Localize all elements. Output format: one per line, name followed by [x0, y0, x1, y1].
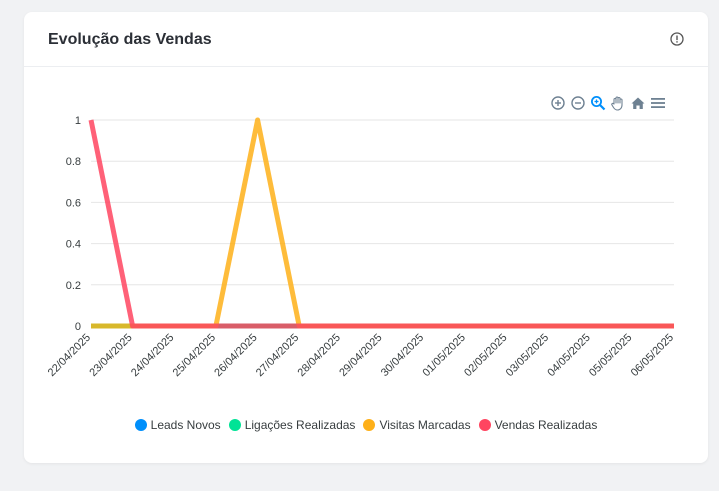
y-tick-label: 0	[75, 321, 81, 333]
legend-item-ligacoes[interactable]: Ligações Realizadas	[228, 418, 356, 432]
selection-zoom-icon[interactable]	[590, 95, 606, 111]
line-chart: 0 0.2 0.4 0.6 0.8 1 22/04/202523/04/202524/04/…	[46, 115, 676, 379]
x-tick-label: 02/05/2025	[462, 332, 509, 379]
series-line-3	[88, 119, 674, 329]
legend-item-leads[interactable]: Leads Novos	[134, 418, 221, 432]
y-tick-label: 0.4	[66, 239, 81, 251]
chart-legend: Leads Novos Ligações Realizadas Visitas …	[24, 418, 708, 432]
x-tick-label: 06/05/2025	[629, 332, 676, 379]
legend-label: Leads Novos	[150, 418, 221, 432]
legend-label: Vendas Realizadas	[494, 418, 598, 432]
reset-home-icon[interactable]	[630, 95, 646, 111]
x-tick-label: 30/04/2025	[379, 332, 426, 379]
legend-item-vendas[interactable]: Vendas Realizadas	[478, 418, 598, 432]
y-tick-label: 0.6	[66, 197, 81, 209]
legend-marker	[228, 419, 241, 431]
x-tick-label: 25/04/2025	[171, 332, 218, 379]
x-tick-label: 03/05/2025	[504, 332, 551, 379]
sales-evolution-card: Evolução das Vendas 0 0.2 0.4 0.6 0.8 1 22/04/…	[24, 12, 708, 463]
x-tick-label: 23/04/2025	[87, 332, 134, 379]
menu-icon[interactable]	[650, 95, 666, 111]
legend-marker	[134, 419, 147, 431]
x-tick-label: 29/04/2025	[337, 332, 384, 379]
y-tick-label: 0.2	[66, 280, 81, 292]
pan-hand-icon[interactable]	[610, 95, 626, 111]
y-tick-label: 0.8	[66, 156, 81, 168]
x-tick-label: 24/04/2025	[129, 332, 176, 379]
legend-marker	[363, 419, 376, 431]
series-line-2	[91, 117, 674, 329]
x-tick-label: 01/05/2025	[420, 332, 467, 379]
x-tick-label: 27/04/2025	[254, 332, 301, 379]
y-tick-label: 1	[75, 115, 81, 127]
x-tick-label: 04/05/2025	[545, 332, 592, 379]
legend-item-visitas[interactable]: Visitas Marcadas	[363, 418, 471, 432]
zoom-in-icon[interactable]	[550, 95, 566, 111]
x-tick-label: 28/04/2025	[296, 332, 343, 379]
x-tick-label: 26/04/2025	[212, 332, 259, 379]
chart-toolbar	[550, 94, 670, 112]
legend-label: Ligações Realizadas	[244, 418, 356, 432]
legend-label: Visitas Marcadas	[379, 418, 471, 432]
x-tick-label: 05/05/2025	[587, 332, 634, 379]
x-tick-label: 22/04/2025	[46, 332, 93, 379]
zoom-out-icon[interactable]	[570, 95, 586, 111]
legend-marker	[478, 419, 491, 431]
